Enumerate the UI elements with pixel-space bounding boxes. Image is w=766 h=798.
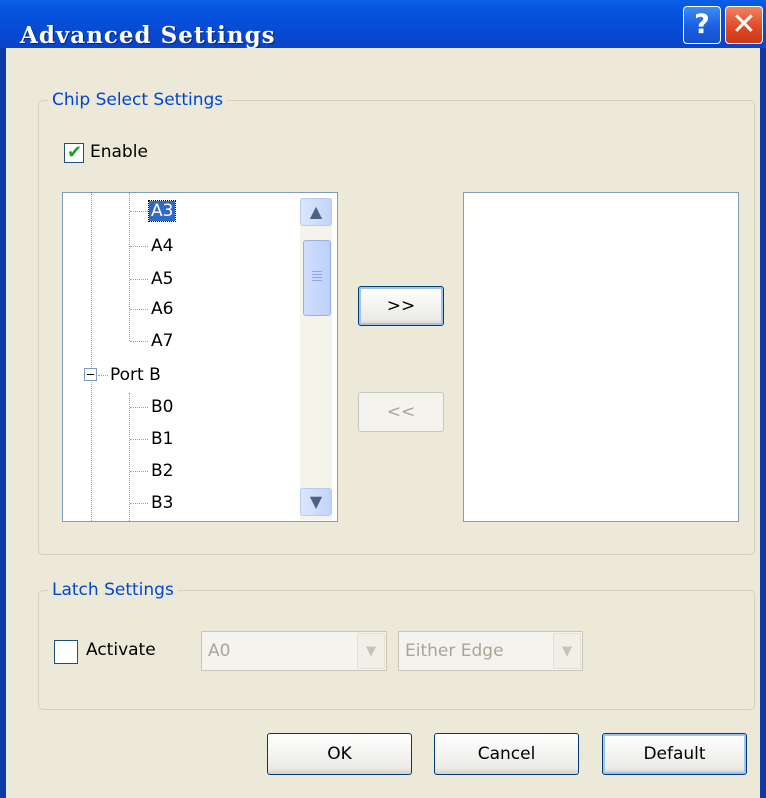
tree-item-a3[interactable]: A3 <box>147 200 177 222</box>
enable-checkbox[interactable]: ✔ <box>64 142 84 163</box>
help-icon: ? <box>694 9 710 40</box>
tree-line <box>130 246 148 247</box>
tree-line <box>130 211 148 212</box>
tree-line <box>98 375 108 376</box>
help-button[interactable]: ? <box>683 6 721 44</box>
tree-line <box>130 309 148 310</box>
enable-label: Enable <box>90 142 148 162</box>
pin-select[interactable]: A0 ▼ <box>201 631 387 671</box>
tree-item-b2[interactable]: B2 <box>151 460 173 482</box>
remove-button[interactable]: << <box>358 392 444 432</box>
scroll-down-button[interactable]: ▼ <box>300 488 332 516</box>
chevron-down-icon: ▼ <box>309 492 323 511</box>
collapse-icon[interactable] <box>84 368 97 381</box>
close-button[interactable]: ✕ <box>725 6 763 44</box>
tree-item-label: A3 <box>147 200 177 222</box>
window-border-right <box>760 48 766 798</box>
tree-line <box>130 341 148 342</box>
tree-item-b3[interactable]: B3 <box>151 492 173 514</box>
tree-line <box>91 193 92 521</box>
tree-line <box>129 193 130 341</box>
tree-item-a7[interactable]: A7 <box>151 330 173 352</box>
pin-select-value: A0 <box>208 641 231 661</box>
activate-checkbox[interactable] <box>54 640 78 664</box>
chevron-up-icon: ▲ <box>309 202 323 221</box>
tree-line <box>130 439 148 440</box>
pin-tree[interactable]: A3 A4 A5 A6 A7 Port B B0 B1 B2 B3 <box>62 192 338 522</box>
chip-select-legend: Chip Select Settings <box>48 90 228 110</box>
window-title: Advanced Settings <box>20 22 276 49</box>
default-button[interactable]: Default <box>602 733 747 775</box>
close-icon: ✕ <box>731 7 757 42</box>
activate-label: Activate <box>86 640 156 660</box>
tree-line <box>130 407 148 408</box>
chevron-down-icon: ▼ <box>553 633 581 669</box>
tree-item-a6[interactable]: A6 <box>151 298 173 320</box>
selected-pins-list[interactable] <box>463 192 739 522</box>
tree-item-a4[interactable]: A4 <box>151 235 173 257</box>
tree-line <box>130 471 148 472</box>
edge-select-value: Either Edge <box>405 641 504 661</box>
chevron-down-icon: ▼ <box>357 633 385 669</box>
add-button[interactable]: >> <box>358 286 444 326</box>
tree-node-port-b[interactable]: Port B <box>110 364 161 386</box>
tree-line <box>130 503 148 504</box>
scroll-thumb[interactable] <box>303 240 331 316</box>
scroll-up-button[interactable]: ▲ <box>300 198 332 226</box>
tree-item-b0[interactable]: B0 <box>151 396 173 418</box>
edge-select[interactable]: Either Edge ▼ <box>398 631 583 671</box>
cancel-button[interactable]: Cancel <box>434 733 579 775</box>
tree-item-b1[interactable]: B1 <box>151 428 173 450</box>
tree-item-a5[interactable]: A5 <box>151 268 173 290</box>
ok-button[interactable]: OK <box>267 733 412 775</box>
tree-line <box>130 279 148 280</box>
checkmark-icon: ✔ <box>67 142 83 163</box>
latch-legend: Latch Settings <box>48 580 178 600</box>
grip-icon <box>312 271 322 283</box>
